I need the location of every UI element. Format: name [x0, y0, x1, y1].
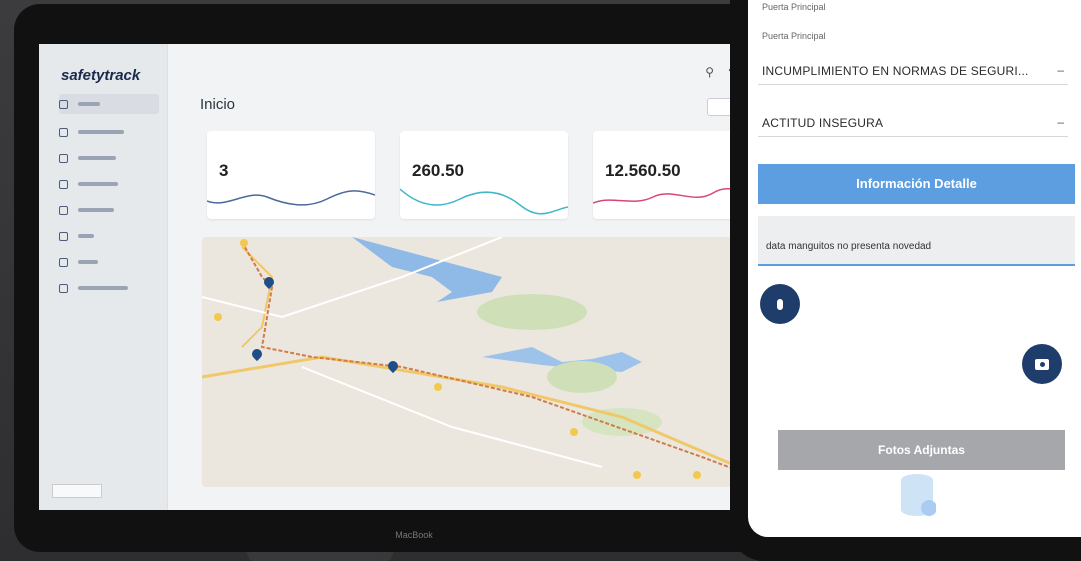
map-canvas [202, 237, 779, 487]
field-value: Puerta Principal [762, 31, 826, 41]
app-logo: safetytrack [61, 67, 141, 84]
section-header: Información Detalle [758, 164, 1075, 204]
sidebar-item-label [78, 208, 114, 212]
kpi-card: 3 [207, 131, 375, 219]
sidebar-item-label [78, 130, 124, 134]
kpi-value: 12.560.50 [605, 161, 681, 180]
nav-icon [59, 257, 68, 267]
home-icon [59, 99, 68, 109]
kpi-value: 260.50 [412, 161, 464, 180]
dropdown-arrow-icon: – [1057, 115, 1064, 129]
sidebar-item-4[interactable] [59, 174, 159, 194]
sidebar-item-5[interactable] [59, 200, 159, 220]
microphone-button[interactable] [760, 284, 800, 324]
sidebar-item-3[interactable] [59, 148, 159, 168]
sidebar-item-label [78, 182, 118, 186]
phone-frame: Puerta Principal Puerta Principal INCUMP… [730, 0, 1081, 561]
page-title: Inicio [200, 96, 236, 113]
attached-photos-header: Fotos Adjuntas [778, 430, 1065, 470]
sidebar-item-label [78, 156, 116, 160]
laptop-brand: MacBook [395, 530, 433, 540]
search-icon[interactable]: ⚲ [705, 65, 714, 79]
nav-icon [59, 153, 68, 163]
main-area: ⚲ ☎ Inicio 3 260.50 12.560.50 [167, 44, 779, 510]
nav-icon [59, 205, 68, 215]
observations-field[interactable]: data manguitos no presenta novedad [758, 216, 1075, 266]
sparkline [400, 188, 568, 215]
sidebar-item-label [78, 260, 98, 264]
phone-screen: Puerta Principal Puerta Principal INCUMP… [748, 0, 1081, 537]
observations-input[interactable]: data manguitos no presenta novedad [766, 241, 931, 252]
nav-icon [59, 231, 68, 241]
kpi-value: 3 [219, 161, 229, 180]
field-value: Puerta Principal [762, 2, 826, 12]
database-icon [898, 472, 937, 518]
version-tag [52, 484, 102, 498]
sidebar-item-label [78, 102, 100, 106]
sidebar-item-label [78, 286, 128, 290]
select-value: INCUMPLIMIENTO EN NORMAS DE SEGURI... [762, 64, 1029, 78]
type-select[interactable]: INCUMPLIMIENTO EN NORMAS DE SEGURI... – [758, 58, 1068, 85]
sparkline [207, 190, 375, 206]
subtype-select[interactable]: ACTITUD INSEGURA – [758, 110, 1068, 137]
camera-icon [1035, 358, 1049, 370]
sidebar-item-label [78, 234, 94, 238]
sidebar: safetytrack [39, 44, 168, 510]
sidebar-item-6[interactable] [59, 226, 159, 246]
camera-button[interactable] [1022, 344, 1062, 384]
select-value: ACTITUD INSEGURA [762, 116, 884, 130]
dropdown-arrow-icon: – [1057, 63, 1064, 77]
nav-icon [59, 127, 68, 137]
settings-icon [59, 283, 68, 293]
sidebar-item-home[interactable] [59, 94, 159, 114]
route-map[interactable] [202, 237, 779, 487]
laptop-frame: safetytrack ⚲ ☎ Inicio 3 [14, 4, 814, 552]
sidebar-item-7[interactable] [59, 252, 159, 272]
kpi-card: 260.50 [400, 131, 568, 219]
dashboard-screen: safetytrack ⚲ ☎ Inicio 3 [39, 44, 779, 510]
sidebar-item-8[interactable] [59, 278, 159, 298]
sidebar-item-2[interactable] [59, 122, 159, 142]
microphone-icon [777, 298, 783, 310]
nav-icon [59, 179, 68, 189]
